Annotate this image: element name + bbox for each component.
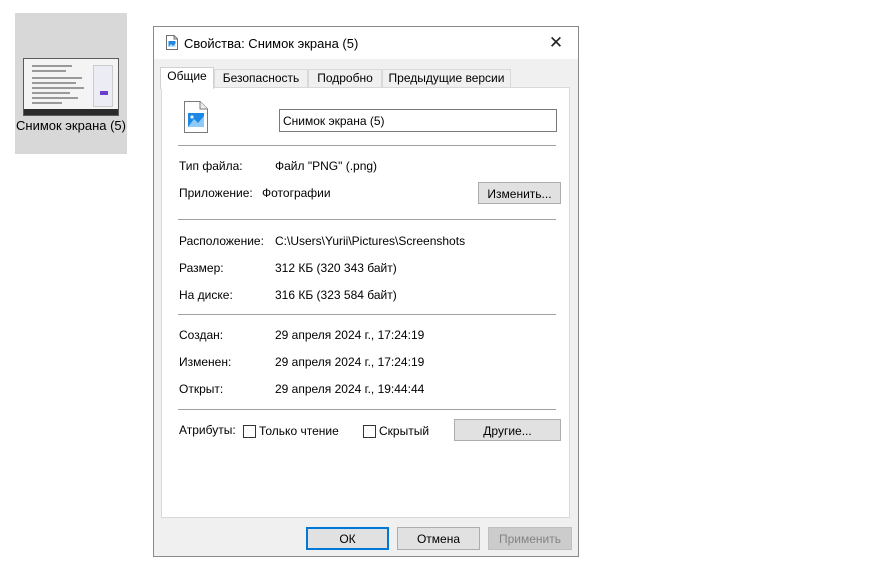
screenshot-thumbnail [23, 58, 119, 116]
file-name-input[interactable] [279, 109, 557, 132]
separator [178, 219, 556, 220]
readonly-label[interactable]: Только чтение [259, 424, 339, 438]
image-file-icon [166, 35, 178, 50]
png-file-icon [184, 101, 208, 133]
tab-previous-versions[interactable]: Предыдущие версии [382, 69, 511, 88]
separator [178, 314, 556, 315]
readonly-checkbox[interactable] [243, 425, 256, 438]
hidden-label[interactable]: Скрытый [379, 424, 429, 438]
close-icon: ✕ [548, 33, 564, 52]
created-label: Создан: [179, 328, 224, 342]
desktop-file-label: Снимок экрана (5) [16, 118, 126, 133]
ok-button[interactable]: ОК [306, 527, 389, 550]
location-value: C:\Users\Yurii\Pictures\Screenshots [275, 234, 466, 248]
file-type-label: Тип файла: [179, 159, 243, 173]
tab-details[interactable]: Подробно [308, 69, 382, 88]
tab-general[interactable]: Общие [160, 67, 214, 89]
attributes-label: Атрибуты: [179, 423, 236, 437]
disk-size-value: 316 КБ (323 584 байт) [275, 288, 397, 302]
file-type-value: Файл "PNG" (.png) [275, 159, 378, 173]
cancel-button[interactable]: Отмена [397, 527, 480, 550]
apply-button[interactable]: Применить [488, 527, 572, 550]
general-tab-panel: Тип файла: Файл "PNG" (.png) Приложение:… [161, 87, 570, 518]
size-value: 312 КБ (320 343 байт) [275, 261, 397, 275]
app-value: Фотографии [262, 186, 331, 200]
separator [178, 409, 556, 410]
disk-size-label: На диске: [179, 288, 233, 302]
dialog-title: Свойства: Снимок экрана (5) [184, 36, 359, 51]
location-label: Расположение: [179, 234, 264, 248]
modified-label: Изменен: [179, 355, 232, 369]
hidden-checkbox[interactable] [363, 425, 376, 438]
separator [178, 145, 556, 146]
title-bar[interactable]: Свойства: Снимок экрана (5) ✕ [154, 27, 578, 59]
desktop-file-item[interactable]: Снимок экрана (5) [15, 13, 127, 154]
app-label: Приложение: [179, 186, 253, 200]
close-button[interactable]: ✕ [534, 27, 578, 59]
size-label: Размер: [179, 261, 224, 275]
opened-value: 29 апреля 2024 г., 19:44:44 [275, 382, 425, 396]
change-app-button[interactable]: Изменить... [478, 182, 561, 204]
tab-security[interactable]: Безопасность [214, 69, 308, 88]
opened-label: Открыт: [179, 382, 224, 396]
properties-dialog: Свойства: Снимок экрана (5) ✕ Общие Безо… [153, 26, 579, 557]
other-attributes-button[interactable]: Другие... [454, 419, 561, 441]
created-value: 29 апреля 2024 г., 17:24:19 [275, 328, 425, 342]
modified-value: 29 апреля 2024 г., 17:24:19 [275, 355, 425, 369]
